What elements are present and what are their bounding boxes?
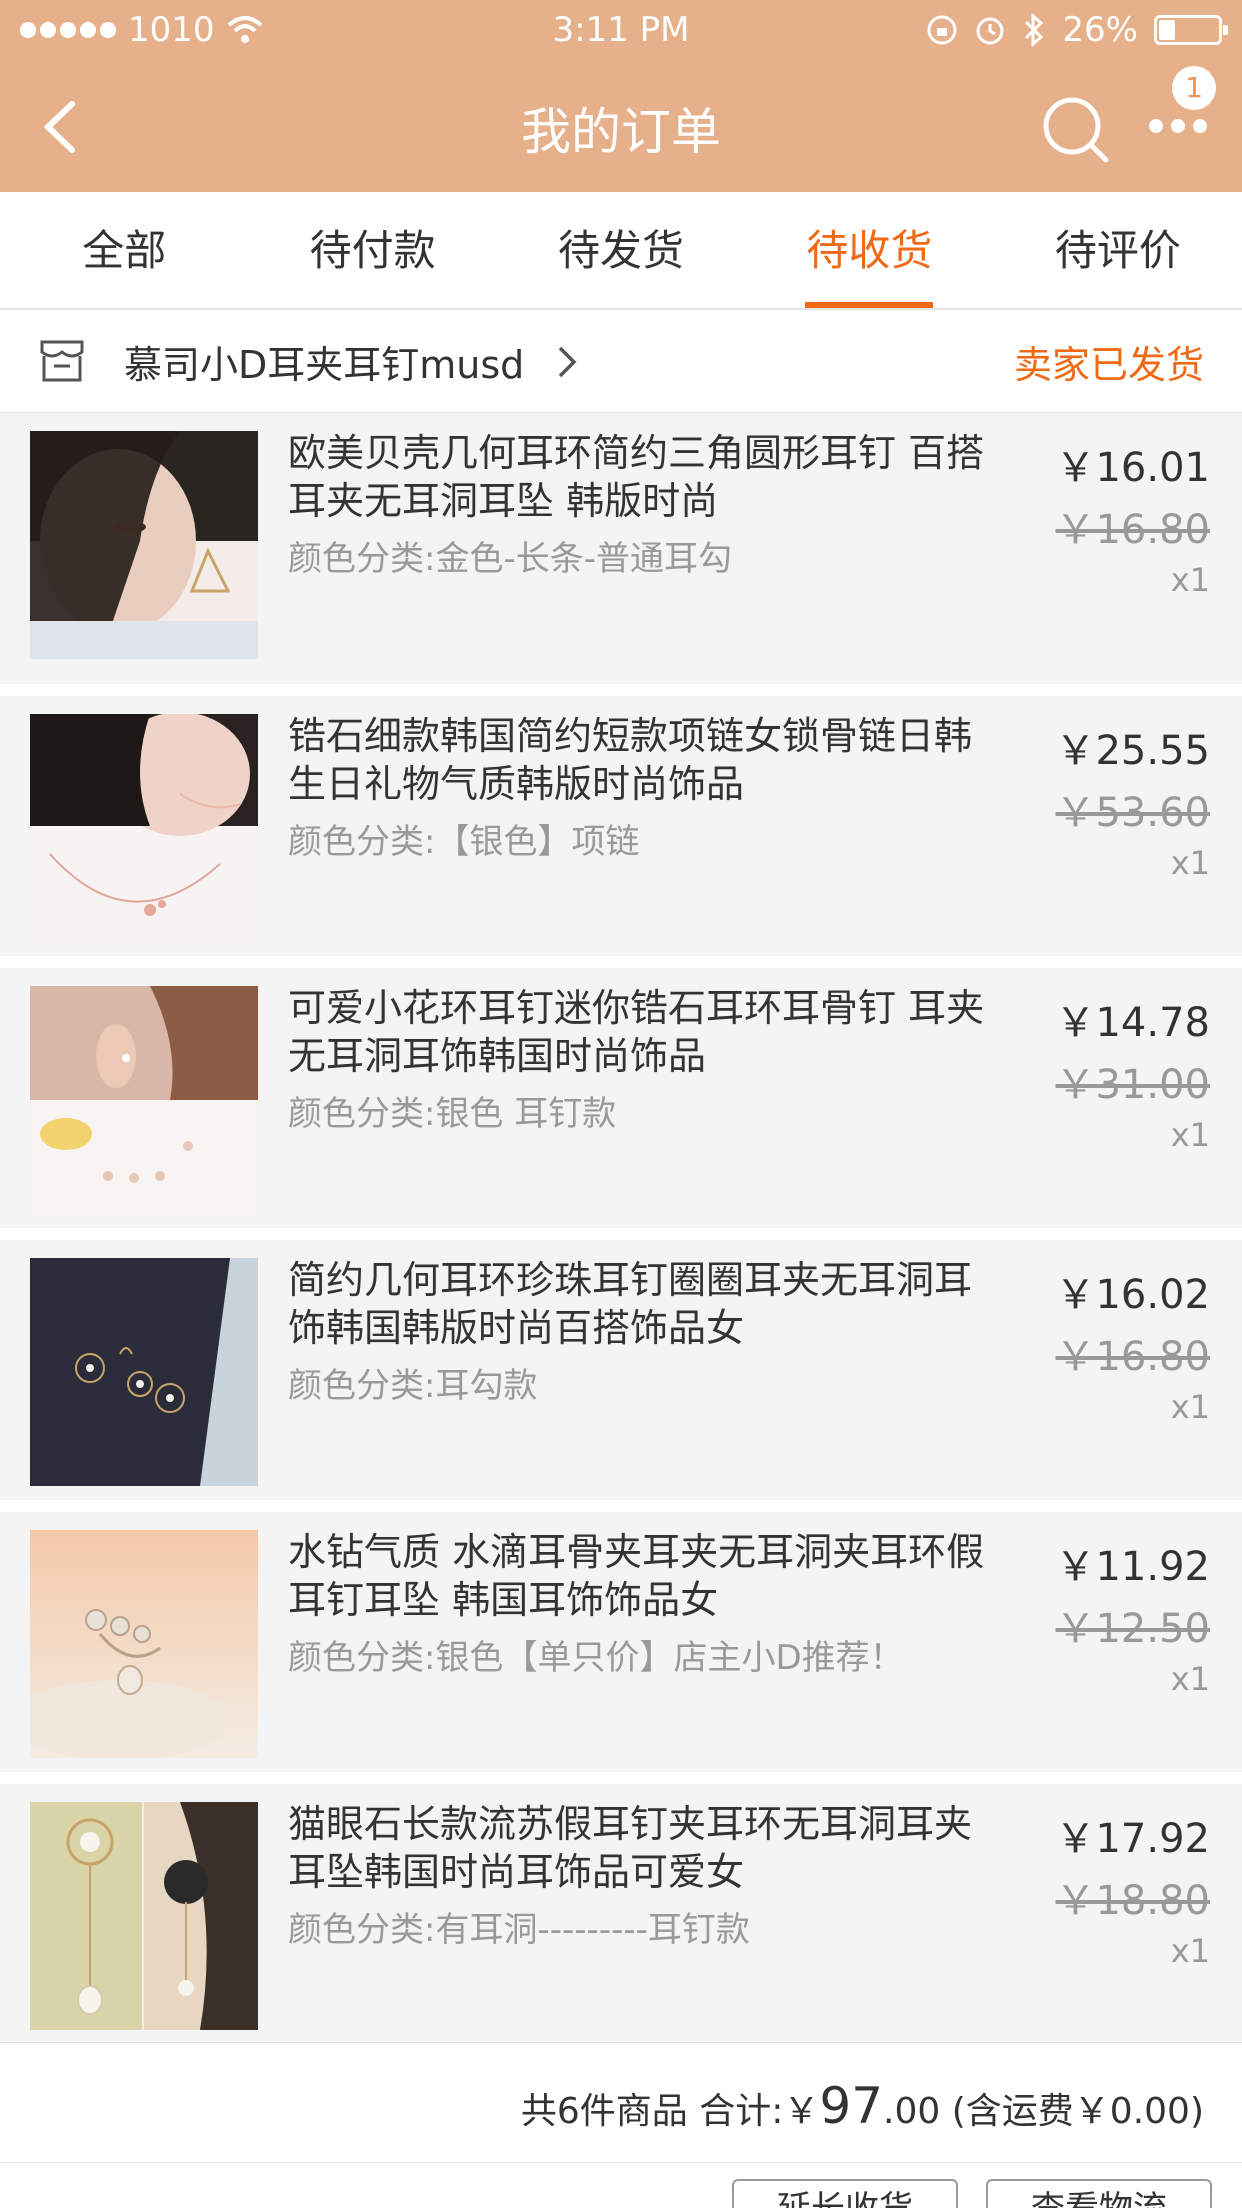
product-spec: 颜色分类:银色 耳钉款	[288, 1094, 617, 1134]
order-tabs: 全部 待付款 待发货 待收货 待评价	[0, 192, 1242, 310]
nav-bar: 我的订单 1	[0, 62, 1242, 192]
product-original-price: ￥12.50	[1055, 1606, 1210, 1652]
product-image	[30, 1530, 258, 1758]
product-quantity: x1	[1170, 1660, 1210, 1698]
product-original-price: ￥31.00	[1055, 1062, 1210, 1108]
tab-pending-receipt[interactable]: 待收货	[745, 192, 993, 308]
product-quantity: x1	[1170, 1116, 1210, 1154]
product-price: ￥11.92	[1055, 1544, 1210, 1590]
bluetooth-icon	[1025, 13, 1044, 47]
order-item[interactable]: 欧美贝壳几何耳环简约三角圆形耳钉 百搭耳夹无耳洞耳坠 韩版时尚 颜色分类:金色-…	[0, 412, 1242, 684]
order-item-list: 欧美贝壳几何耳环简约三角圆形耳钉 百搭耳夹无耳洞耳坠 韩版时尚 颜色分类:金色-…	[0, 412, 1242, 2044]
order-status: 卖家已发货	[1013, 343, 1204, 387]
total-decimal: .00	[883, 2091, 941, 2132]
product-spec: 颜色分类:耳勾款	[288, 1366, 538, 1406]
battery-percent: 26%	[1062, 10, 1138, 50]
product-image	[30, 714, 258, 942]
product-spec: 颜色分类:【银色】项链	[288, 822, 640, 862]
currency-symbol: ￥	[783, 2091, 820, 2132]
product-spec: 颜色分类:金色-长条-普通耳勾	[288, 539, 732, 579]
product-image	[30, 431, 258, 659]
product-title[interactable]: 可爱小花环耳钉迷你锆石耳环耳骨钉 耳夹无耳洞耳饰韩国时尚饰品	[288, 984, 988, 1080]
alarm-icon	[976, 17, 1004, 45]
product-original-price: ￥16.80	[1055, 1334, 1210, 1380]
order-total: 共6件商品 合计:￥97.00 (含运费￥0.00)	[521, 2077, 1204, 2135]
product-price: ￥14.78	[1055, 1000, 1210, 1046]
status-bar: 1010 3:11 PM 26%	[0, 0, 1242, 62]
product-price: ￥16.01	[1055, 445, 1210, 491]
item-count-label: 共6件商品 合计:	[520, 2091, 784, 2132]
product-price: ￥17.92	[1055, 1816, 1210, 1862]
product-image	[30, 986, 258, 1214]
product-price: ￥25.55	[1055, 728, 1210, 774]
notification-badge: 1	[1172, 66, 1216, 110]
product-quantity: x1	[1170, 1388, 1210, 1426]
app-header: 1010 3:11 PM 26% 我的订单 1	[0, 0, 1242, 192]
total-integer: 97	[819, 2077, 884, 2135]
shop-name[interactable]: 慕司小D耳夹耳钉musd	[124, 334, 524, 389]
product-price: ￥16.02	[1055, 1272, 1210, 1318]
product-title[interactable]: 猫眼石长款流苏假耳钉夹耳环无耳洞耳夹耳坠韩国时尚耳饰品可爱女	[288, 1800, 988, 1896]
product-image	[30, 1802, 258, 2030]
extend-receipt-button[interactable]: 延长收货	[732, 2179, 958, 2208]
product-title[interactable]: 简约几何耳环珍珠耳钉圈圈耳夹无耳洞耳饰韩国韩版时尚百搭饰品女	[288, 1256, 988, 1352]
chevron-right-icon	[558, 346, 577, 378]
tab-all[interactable]: 全部	[0, 192, 248, 308]
order-item[interactable]: 可爱小花环耳钉迷你锆石耳环耳骨钉 耳夹无耳洞耳饰韩国时尚饰品 颜色分类:银色 耳…	[0, 956, 1242, 1228]
rotation-lock-icon	[927, 15, 957, 45]
product-spec: 颜色分类:有耳洞---------耳钉款	[288, 1910, 750, 1950]
tab-pending-shipment[interactable]: 待发货	[497, 192, 745, 308]
product-title[interactable]: 欧美贝壳几何耳环简约三角圆形耳钉 百搭耳夹无耳洞耳坠 韩版时尚	[288, 429, 988, 525]
product-quantity: x1	[1170, 844, 1210, 882]
order-item[interactable]: 简约几何耳环珍珠耳钉圈圈耳夹无耳洞耳饰韩国韩版时尚百搭饰品女 颜色分类:耳勾款 …	[0, 1228, 1242, 1500]
tab-pending-payment[interactable]: 待付款	[248, 192, 496, 308]
product-title[interactable]: 水钻气质 水滴耳骨夹耳夹无耳洞夹耳环假耳钉耳坠 韩国耳饰饰品女	[288, 1528, 988, 1624]
battery-icon	[1154, 15, 1228, 45]
product-spec: 颜色分类:银色【单只价】店主小D推荐！	[288, 1638, 904, 1678]
view-logistics-button[interactable]: 查看物流	[986, 2179, 1212, 2208]
status-right: 26%	[926, 10, 1228, 50]
order-item[interactable]: 水钻气质 水滴耳骨夹耳夹无耳洞夹耳环假耳钉耳坠 韩国耳饰饰品女 颜色分类:银色【…	[0, 1500, 1242, 1772]
search-icon[interactable]	[1040, 94, 1110, 164]
order-item[interactable]: 锆石细款韩国简约短款项链女锁骨链日韩生日礼物气质韩版时尚饰品 颜色分类:【银色】…	[0, 684, 1242, 956]
order-summary: 共6件商品 合计:￥97.00 (含运费￥0.00)	[0, 2042, 1242, 2162]
product-original-price: ￥16.80	[1055, 507, 1210, 553]
product-image	[30, 1258, 258, 1486]
product-quantity: x1	[1170, 561, 1210, 599]
shipping-fee: (含运费￥0.00)	[951, 2091, 1204, 2132]
product-original-price: ￥18.80	[1055, 1878, 1210, 1924]
order-actions: 延长收货 查看物流	[0, 2162, 1242, 2208]
tab-pending-review[interactable]: 待评价	[994, 192, 1242, 308]
shop-icon	[40, 340, 84, 382]
product-original-price: ￥53.60	[1055, 790, 1210, 836]
product-title[interactable]: 锆石细款韩国简约短款项链女锁骨链日韩生日礼物气质韩版时尚饰品	[288, 712, 988, 808]
product-quantity: x1	[1170, 1932, 1210, 1970]
order-item[interactable]: 猫眼石长款流苏假耳钉夹耳环无耳洞耳夹耳坠韩国时尚耳饰品可爱女 颜色分类:有耳洞-…	[0, 1772, 1242, 2044]
shop-header[interactable]: 慕司小D耳夹耳钉musd 卖家已发货	[0, 310, 1242, 412]
